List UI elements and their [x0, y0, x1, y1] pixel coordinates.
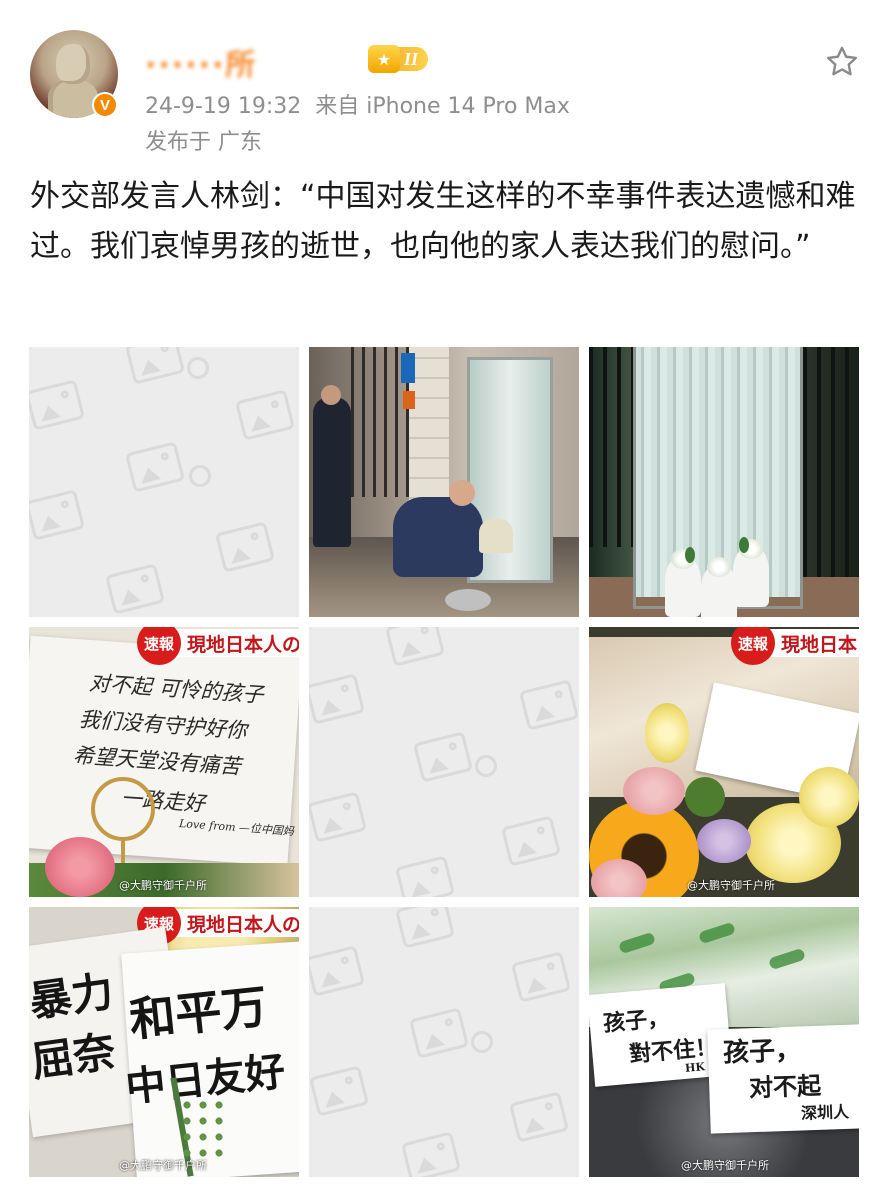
username[interactable]: ······所 — [145, 40, 257, 83]
photo-memorial-screen[interactable] — [589, 347, 859, 617]
photo-handwritten-note[interactable]: 速報 現地日本人の 对不起 可怜的孩子 我们没有守护好你 希望天堂没有痛苦 一路… — [29, 627, 299, 897]
white-flowers — [665, 549, 701, 617]
level-badge: ★ II — [368, 44, 448, 74]
post-text: 外交部发言人林剑：“中国对发生这样的不幸事件表达遗憾和难过。我们哀悼男孩的逝世，… — [30, 179, 856, 264]
avatar[interactable]: V — [30, 30, 118, 118]
image-grid: 速報 現地日本人の 对不起 可怜的孩子 我们没有守护好你 希望天堂没有痛苦 一路… — [29, 347, 859, 1177]
image-placeholder-icon — [309, 673, 366, 725]
image-placeholder-icon — [104, 563, 166, 615]
image-placeholder-3[interactable] — [309, 907, 579, 1177]
image-placeholder-icon — [394, 907, 456, 949]
level-text: II — [396, 47, 429, 71]
image-placeholder-icon — [309, 1065, 370, 1117]
photo-calligraphy[interactable]: 速報 現地日本人の 暴力 屈奈 和平万 中日友好 @大鹏守御千户所 — [29, 907, 299, 1177]
image-placeholder-2[interactable] — [309, 627, 579, 897]
kneeling-man — [393, 497, 483, 577]
post-header: V ······所 ★ II 24-9-19 19:32 来自 iPhone 14… — [0, 0, 889, 160]
photo-flowers-note[interactable]: 速報 現地日本 @大鹏守御千户所 — [589, 627, 859, 897]
image-placeholder-1[interactable] — [29, 347, 299, 617]
image-placeholder-icon — [510, 951, 572, 1003]
image-placeholder-icon — [518, 679, 579, 731]
image-placeholder-icon — [29, 489, 86, 541]
image-placeholder-icon — [214, 521, 276, 573]
image-placeholder-icon — [309, 791, 368, 843]
image-placeholder-icon — [124, 441, 186, 493]
news-tag: 速報 現地日本人の — [137, 907, 299, 945]
news-tag: 速報 現地日本人の — [137, 627, 299, 665]
image-placeholder-icon — [124, 347, 186, 385]
image-placeholder-icon — [384, 627, 446, 667]
image-placeholder-icon — [29, 379, 86, 431]
flower-bouquet — [479, 519, 513, 553]
post-source: 来自 iPhone 14 Pro Max — [315, 94, 570, 119]
image-placeholder-icon — [400, 1131, 462, 1177]
crown-icon: ★ — [368, 45, 400, 73]
image-placeholder-icon — [412, 731, 474, 783]
favorite-button[interactable] — [822, 42, 862, 82]
news-tag: 速報 現地日本 — [731, 627, 859, 665]
post-meta: 24-9-19 19:32 来自 iPhone 14 Pro Max — [145, 88, 570, 120]
verified-badge-icon: V — [92, 92, 118, 118]
image-placeholder-icon — [508, 1091, 570, 1143]
photo-school-gate[interactable] — [309, 347, 579, 617]
photo-ground-notes[interactable]: 孩子， 對不住！ HK 孩子， 对不起 深圳人 @大鹏守御千户所 — [589, 907, 859, 1177]
image-placeholder-icon — [408, 1007, 470, 1059]
image-placeholder-icon — [309, 945, 366, 997]
security-guard — [313, 397, 351, 547]
post-timestamp: 24-9-19 19:32 — [145, 94, 302, 119]
image-placeholder-icon — [234, 389, 296, 441]
image-placeholder-icon — [394, 855, 456, 897]
post-location: 发布于 广东 — [145, 130, 262, 155]
image-placeholder-icon — [500, 815, 562, 867]
star-outline-icon — [827, 46, 857, 76]
